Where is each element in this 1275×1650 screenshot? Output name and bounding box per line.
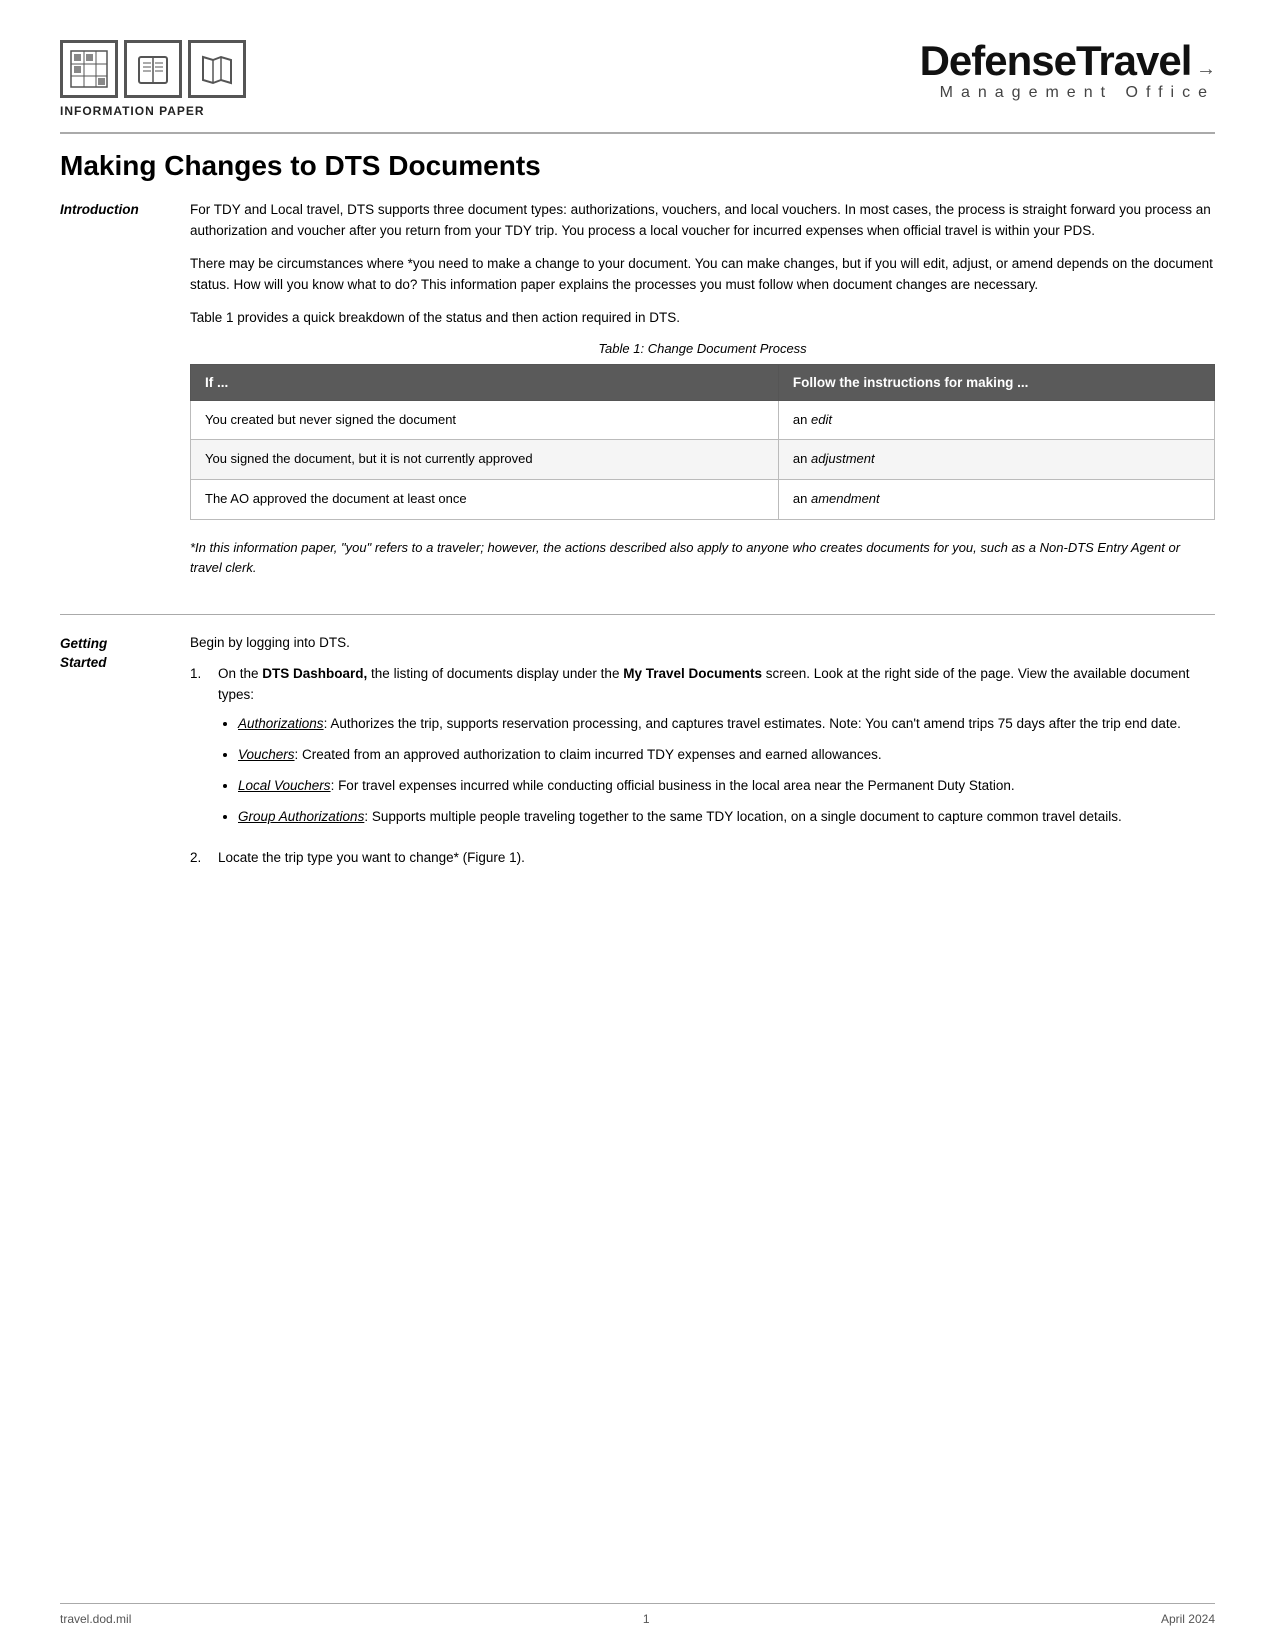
- page-footer: travel.dod.mil 1 April 2024: [60, 1603, 1215, 1626]
- intro-para-1: For TDY and Local travel, DTS supports t…: [190, 200, 1215, 242]
- table-col2-header: Follow the instructions for making ...: [778, 364, 1214, 400]
- page-title: Making Changes to DTS Documents: [60, 150, 1215, 182]
- gs-content: Begin by logging into DTS. 1.On the DTS …: [190, 633, 1215, 878]
- header-right: DefenseTravel → Management Office: [920, 40, 1215, 102]
- logo-icon-book: [124, 40, 182, 98]
- gs-bullet-0-2: Local Vouchers: For travel expenses incu…: [238, 776, 1215, 797]
- gs-step-main-text-0: On the DTS Dashboard, the listing of doc…: [218, 666, 1190, 702]
- gs-step-main-text-1: Locate the trip type you want to change*…: [218, 850, 525, 865]
- footer-url: travel.dod.mil: [60, 1612, 131, 1626]
- footnote: *In this information paper, "you" refers…: [190, 538, 1215, 578]
- gs-steps: 1.On the DTS Dashboard, the listing of d…: [190, 664, 1215, 868]
- logo-icons: [60, 40, 246, 98]
- gs-step-num-1: 2.: [190, 848, 210, 869]
- brand-arrow: →: [1191, 58, 1215, 80]
- table-caption: Table 1: Change Document Process: [190, 341, 1215, 356]
- gs-begin: Begin by logging into DTS.: [190, 633, 1215, 654]
- gs-bullet-label-0-0: Authorizations: [238, 716, 324, 731]
- gs-step-1: 2. Locate the trip type you want to chang…: [190, 848, 1215, 869]
- gs-step-content-1: Locate the trip type you want to change*…: [218, 848, 1215, 869]
- introduction-content: For TDY and Local travel, DTS supports t…: [190, 200, 1215, 596]
- table-col1-header: If ...: [191, 364, 779, 400]
- table-row-action-1: an adjustment: [778, 440, 1214, 480]
- gs-bullet-0-3: Group Authorizations: Supports multiple …: [238, 807, 1215, 828]
- change-table: If ... Follow the instructions for makin…: [190, 364, 1215, 521]
- brand-title: DefenseTravel →: [920, 40, 1215, 82]
- gs-label: Getting Started: [60, 636, 107, 670]
- gs-step-num-0: 1.: [190, 664, 210, 838]
- intro-para-2: There may be circumstances where *you ne…: [190, 254, 1215, 296]
- gs-bullet-label-0-2: Local Vouchers: [238, 778, 331, 793]
- intro-para-3: Table 1 provides a quick breakdown of th…: [190, 308, 1215, 329]
- gs-step-0: 1.On the DTS Dashboard, the listing of d…: [190, 664, 1215, 838]
- gs-bullet-0-0: Authorizations: Authorizes the trip, sup…: [238, 714, 1215, 735]
- introduction-label-col: Introduction: [60, 200, 190, 596]
- getting-started-section: Getting Started Begin by logging into DT…: [60, 633, 1215, 878]
- introduction-section: Introduction For TDY and Local travel, D…: [60, 200, 1215, 596]
- page: INFORMATION PAPER DefenseTravel → Manage…: [0, 0, 1275, 1650]
- logo-icon-map: [188, 40, 246, 98]
- table-row-condition-2: The AO approved the document at least on…: [191, 480, 779, 520]
- header: INFORMATION PAPER DefenseTravel → Manage…: [60, 40, 1215, 118]
- gs-bullet-label-0-3: Group Authorizations: [238, 809, 364, 824]
- table-row-action-0: an edit: [778, 400, 1214, 440]
- gs-bullet-label-0-1: Vouchers: [238, 747, 295, 762]
- brand-subtitle: Management Office: [920, 84, 1215, 102]
- footer-date: April 2024: [1161, 1612, 1215, 1626]
- section-divider: [60, 614, 1215, 615]
- table-row-action-2: an amendment: [778, 480, 1214, 520]
- introduction-label: Introduction: [60, 202, 139, 217]
- table-row-condition-1: You signed the document, but it is not c…: [191, 440, 779, 480]
- table-row-condition-0: You created but never signed the documen…: [191, 400, 779, 440]
- info-paper-label: INFORMATION PAPER: [60, 104, 246, 118]
- header-divider: [60, 132, 1215, 134]
- gs-step-content-0: On the DTS Dashboard, the listing of doc…: [218, 664, 1215, 838]
- footer-page-num: 1: [131, 1612, 1161, 1626]
- header-left: INFORMATION PAPER: [60, 40, 246, 118]
- gs-sub-bullets-0: Authorizations: Authorizes the trip, sup…: [218, 714, 1215, 828]
- logo-icon-grid: [60, 40, 118, 98]
- gs-label-col: Getting Started: [60, 633, 190, 878]
- gs-bullet-0-1: Vouchers: Created from an approved autho…: [238, 745, 1215, 766]
